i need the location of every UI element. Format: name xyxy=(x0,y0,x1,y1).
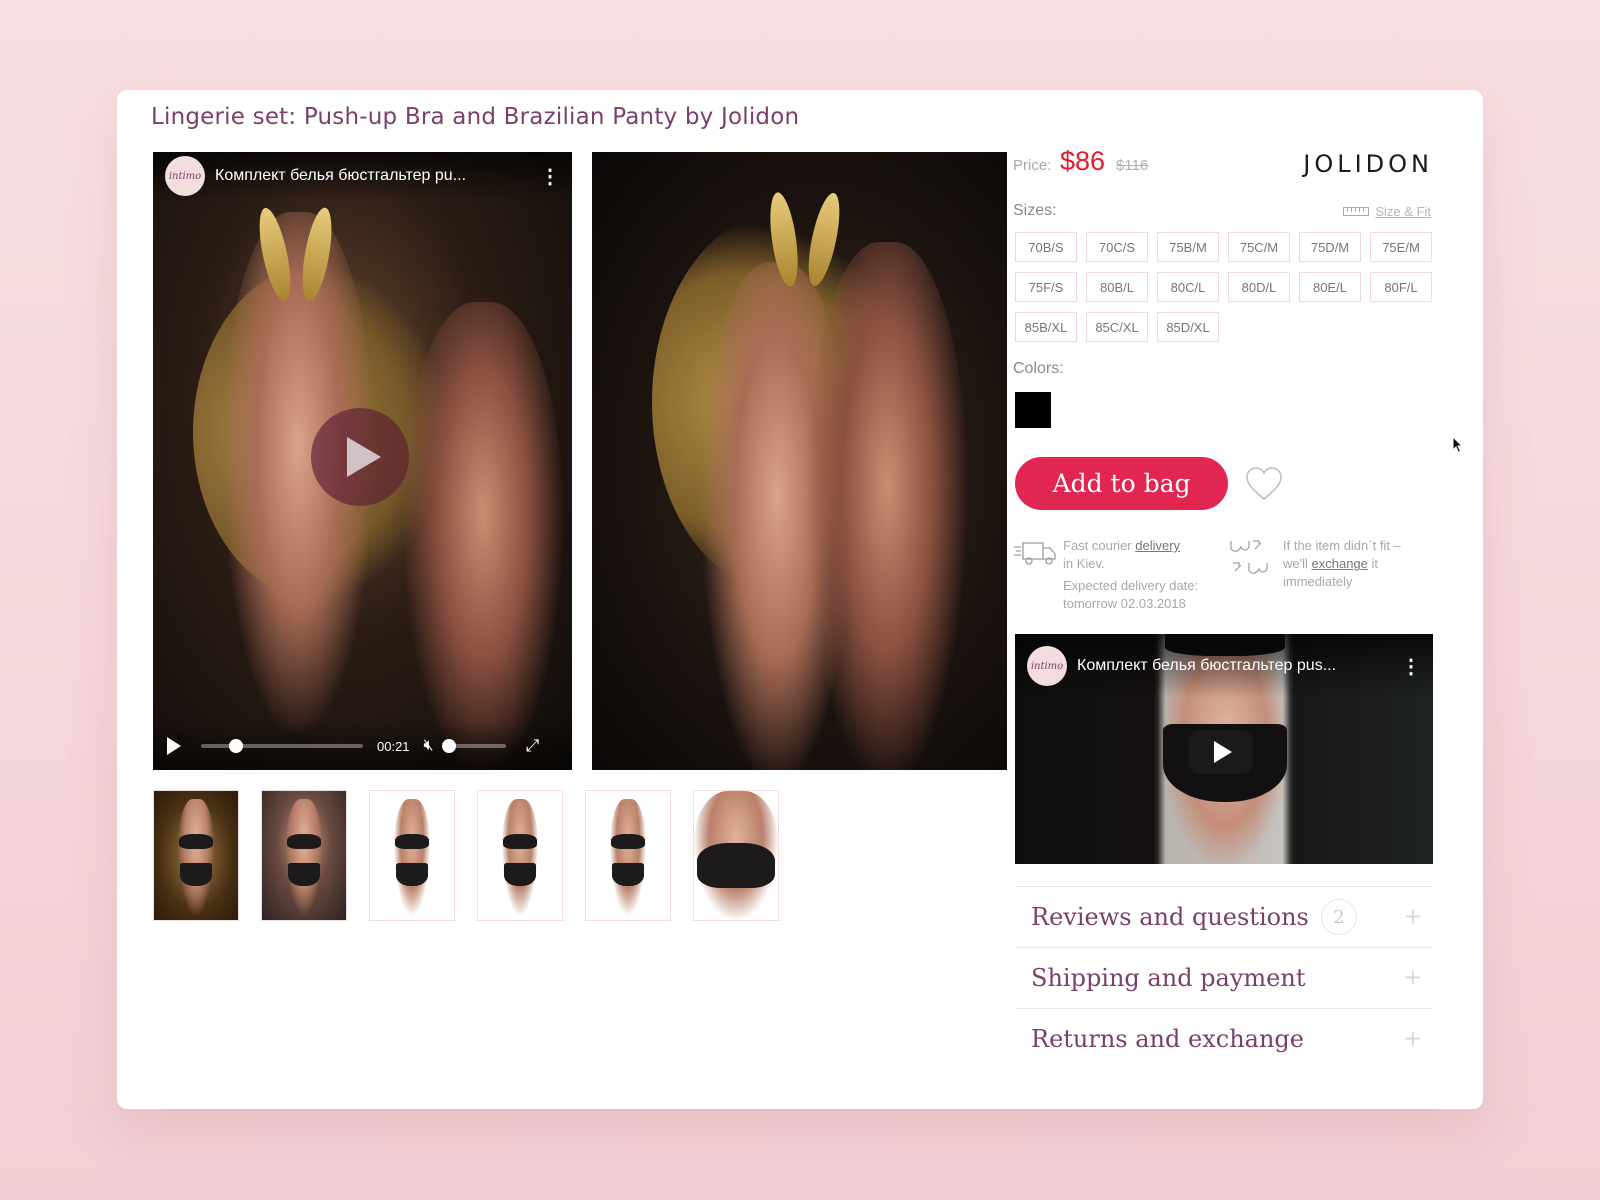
price-label: Price: xyxy=(1013,157,1052,174)
add-to-bag-button[interactable]: Add to bag xyxy=(1015,457,1228,510)
seek-bar[interactable] xyxy=(201,739,363,753)
product-photo-main[interactable] xyxy=(592,152,1007,770)
size-option[interactable]: 75B/M xyxy=(1157,232,1219,262)
accordion-title: Reviews and questions xyxy=(1031,903,1309,931)
size-option[interactable]: 80C/L xyxy=(1157,272,1219,302)
thumbnail[interactable] xyxy=(369,790,455,921)
expand-plus-icon[interactable]: + xyxy=(1405,1023,1421,1055)
channel-logo[interactable]: intimo xyxy=(165,156,205,196)
volume-handle[interactable] xyxy=(441,739,456,753)
exchange-link[interactable]: exchange xyxy=(1312,556,1368,571)
thumbnail[interactable] xyxy=(477,790,563,921)
thumbnail[interactable] xyxy=(153,790,239,921)
video-header: intimo Комплект белья бюстгальтер pu... … xyxy=(153,152,572,200)
product-card: Lingerie set: Push-up Bra and Brazilian … xyxy=(117,90,1483,1109)
sizes-label: Sizes: xyxy=(1013,202,1057,219)
main-video-player[interactable]: intimo Комплект белья бюстгальтер pu... … xyxy=(153,152,572,770)
size-option[interactable]: 85C/XL xyxy=(1086,312,1148,342)
size-option[interactable]: 85B/XL xyxy=(1015,312,1077,342)
more-options-icon[interactable]: ⋮ xyxy=(1401,654,1421,679)
size-option[interactable]: 70C/S xyxy=(1086,232,1148,262)
size-fit-label: Size & Fit xyxy=(1375,204,1431,219)
colors-label: Colors: xyxy=(1013,360,1064,377)
delivery-date-label: Expected delivery date: xyxy=(1063,578,1199,593)
delivery-text: Fast courier delivery in Kiev. Expected … xyxy=(1063,537,1233,613)
video-header: intimo Комплект белья бюстгальтер pus...… xyxy=(1015,634,1433,698)
size-option[interactable]: 80B/L xyxy=(1086,272,1148,302)
size-fit-link[interactable]: Size & Fit xyxy=(1343,204,1431,219)
size-option[interactable]: 80E/L xyxy=(1299,272,1361,302)
exchange-line-1: If the item didn`t fit – xyxy=(1283,538,1401,553)
video-title[interactable]: Комплект белья бюстгальтер pu... xyxy=(215,167,540,185)
seek-handle[interactable] xyxy=(229,739,244,753)
accordion-title: Shipping and payment xyxy=(1031,964,1306,992)
play-overlay-button[interactable] xyxy=(311,408,409,506)
page-title: Lingerie set: Push-up Bra and Brazilian … xyxy=(151,104,800,130)
size-option[interactable]: 75F/S xyxy=(1015,272,1077,302)
size-option[interactable]: 80D/L xyxy=(1228,272,1290,302)
mouse-cursor-icon xyxy=(1452,436,1464,454)
size-options: 70B/S 70C/S 75B/M 75C/M 75D/M 75E/M 75F/S 80B/L… xyxy=(1015,232,1432,342)
exchange-line-2-suffix: it xyxy=(1367,556,1379,571)
ruler-icon xyxy=(1343,207,1370,216)
accordion-reviews[interactable]: Reviews and questions 2 + xyxy=(1015,886,1433,947)
size-option[interactable]: 75C/M xyxy=(1228,232,1290,262)
fullscreen-icon[interactable]: ⤢ xyxy=(526,736,540,756)
thumbnail-strip xyxy=(153,790,779,921)
play-icon[interactable] xyxy=(167,737,181,755)
exchange-line-3: immediately xyxy=(1283,574,1353,589)
current-price: $86 xyxy=(1060,146,1106,176)
brand-logo[interactable]: JOLIDON xyxy=(1303,150,1433,178)
bunny-mask xyxy=(253,205,343,307)
reviews-count-badge: 2 xyxy=(1320,899,1357,935)
accordion-title: Returns and exchange xyxy=(1031,1025,1304,1053)
more-options-icon[interactable]: ⋮ xyxy=(540,164,560,189)
thumbnail[interactable] xyxy=(693,790,779,921)
expand-plus-icon[interactable]: + xyxy=(1405,962,1421,994)
model-figure xyxy=(807,242,967,770)
size-option[interactable]: 85D/XL xyxy=(1157,312,1219,342)
accordion-returns[interactable]: Returns and exchange + xyxy=(1015,1008,1433,1069)
price-row: Price: $86 $116 JOLIDON xyxy=(1013,144,1433,184)
video-controls: 00:21 🔇︎ ⤢ xyxy=(153,722,572,770)
thumbnail[interactable] xyxy=(261,790,347,921)
delivery-truck-icon xyxy=(1014,542,1056,565)
info-accordion: Reviews and questions 2 + Shipping and p… xyxy=(1015,886,1433,1069)
delivery-text-prefix: Fast courier xyxy=(1063,538,1136,553)
delivery-date: tomorrow 02.03.2018 xyxy=(1063,596,1186,611)
play-button[interactable] xyxy=(1189,730,1253,774)
size-option[interactable]: 70B/S xyxy=(1015,232,1077,262)
delivery-link[interactable]: delivery xyxy=(1135,538,1180,553)
exchange-text: If the item didn`t fit – we'll exchange … xyxy=(1283,537,1433,591)
video-title[interactable]: Комплект белья бюстгальтер pus... xyxy=(1077,657,1401,675)
volume-slider[interactable] xyxy=(441,739,506,753)
expand-plus-icon[interactable]: + xyxy=(1405,901,1421,933)
channel-logo[interactable]: intimo xyxy=(1027,646,1067,686)
bra-exchange-icon xyxy=(1230,540,1268,574)
size-option[interactable]: 75D/M xyxy=(1299,232,1361,262)
current-time: 00:21 xyxy=(377,738,410,754)
size-option[interactable]: 80F/L xyxy=(1370,272,1432,302)
wishlist-heart-icon[interactable] xyxy=(1245,466,1283,502)
mute-icon[interactable]: 🔇︎ xyxy=(424,737,434,755)
secondary-video-player[interactable]: intimo Комплект белья бюстгальтер pus...… xyxy=(1015,634,1433,864)
model-figure xyxy=(403,302,563,770)
exchange-line-2-prefix: we'll xyxy=(1283,556,1312,571)
accordion-shipping[interactable]: Shipping and payment + xyxy=(1015,947,1433,1008)
thumbnail[interactable] xyxy=(585,790,671,921)
size-option[interactable]: 75E/M xyxy=(1370,232,1432,262)
old-price: $116 xyxy=(1116,157,1149,174)
delivery-city: in Kiev. xyxy=(1063,556,1105,571)
bunny-mask xyxy=(762,190,852,292)
color-swatch-black[interactable] xyxy=(1015,392,1051,428)
